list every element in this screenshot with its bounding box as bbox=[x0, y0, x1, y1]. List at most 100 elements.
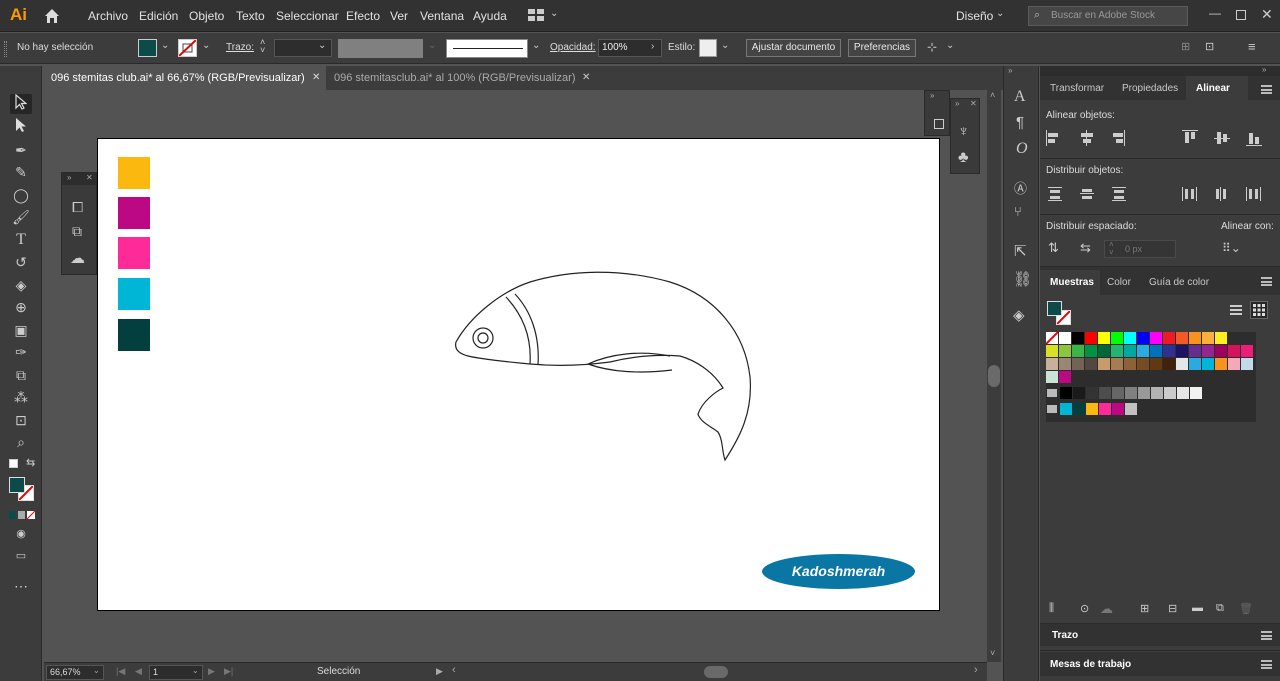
new-color-group-icon[interactable]: ⊟ bbox=[1168, 602, 1177, 615]
chevron-down-icon[interactable]: ⌄ bbox=[721, 40, 729, 51]
cc-cloud-icon[interactable]: ☁ bbox=[1100, 601, 1113, 617]
color-swatch[interactable] bbox=[1073, 387, 1085, 399]
color-swatch[interactable] bbox=[1098, 332, 1110, 344]
fill-color-swatch[interactable] bbox=[138, 39, 157, 57]
color-swatch[interactable] bbox=[1150, 332, 1162, 344]
scroll-thumb[interactable] bbox=[988, 365, 1000, 387]
scroll-left-icon[interactable]: ‹ bbox=[452, 664, 456, 676]
selection-tool-icon[interactable] bbox=[10, 93, 32, 114]
artboards-icon[interactable]: ⧉ bbox=[72, 223, 82, 240]
color-swatch[interactable] bbox=[1111, 358, 1123, 370]
distribute-horizontal-spacing-icon[interactable]: ⇆ bbox=[1080, 240, 1091, 256]
prev-artboard-icon[interactable]: ◀ bbox=[135, 666, 142, 677]
color-swatch[interactable] bbox=[1099, 387, 1111, 399]
close-icon[interactable]: ✕ bbox=[312, 66, 320, 90]
distribute-vertical-spacing-icon[interactable]: ⇅ bbox=[1048, 240, 1059, 256]
align-to-selection-icon[interactable]: ⠿⌄ bbox=[1222, 241, 1241, 255]
color-swatch[interactable] bbox=[1124, 358, 1136, 370]
fill-swatch[interactable] bbox=[9, 477, 25, 493]
zoom-field[interactable]: 66,67% ⌄ bbox=[46, 665, 104, 680]
color-swatch[interactable] bbox=[1150, 358, 1162, 370]
first-artboard-icon[interactable]: |◀ bbox=[116, 666, 125, 677]
screen-mode-icon[interactable]: ▭ bbox=[10, 546, 32, 566]
folder-icon[interactable]: ▬ bbox=[1192, 602, 1203, 614]
transform-icon[interactable]: ⊡ bbox=[1205, 40, 1214, 53]
color-swatch[interactable] bbox=[1112, 387, 1124, 399]
color-swatch[interactable] bbox=[1098, 358, 1110, 370]
color-swatch[interactable] bbox=[1046, 358, 1058, 370]
panel-menu-icon[interactable] bbox=[1261, 277, 1272, 286]
preferences-button[interactable]: Preferencias bbox=[848, 39, 916, 57]
swatches-fill-preview[interactable] bbox=[1047, 301, 1062, 316]
layers-icon[interactable]: ◈ bbox=[1013, 306, 1025, 324]
color-swatch[interactable] bbox=[1177, 387, 1189, 399]
artboards-panel-header[interactable]: Mesas de trabajo bbox=[1040, 652, 1280, 676]
color-swatch[interactable] bbox=[1098, 345, 1110, 357]
scroll-right-icon[interactable]: › bbox=[974, 664, 978, 676]
close-icon[interactable]: ✕ bbox=[970, 99, 977, 108]
chevron-down-icon[interactable]: ⌄ bbox=[93, 666, 100, 675]
transform-panel-icon[interactable] bbox=[934, 119, 944, 129]
color-mode-icons[interactable] bbox=[9, 510, 36, 520]
tab-propiedades[interactable]: Propiedades bbox=[1122, 83, 1178, 94]
paragraph-styles-icon[interactable]: ⑂ bbox=[1014, 204, 1022, 219]
collapse-arrows-icon[interactable]: » bbox=[1262, 65, 1266, 74]
color-swatch[interactable] bbox=[1060, 387, 1072, 399]
menu-seleccionar[interactable]: Seleccionar bbox=[276, 9, 339, 23]
color-swatch[interactable] bbox=[1215, 332, 1227, 344]
new-swatch-icon[interactable]: ⧉ bbox=[1216, 602, 1224, 615]
artboard-swatch-yellow[interactable] bbox=[118, 157, 150, 189]
color-swatch[interactable] bbox=[1163, 332, 1175, 344]
artboard-swatch-cyan[interactable] bbox=[118, 278, 150, 310]
artboard-number-field[interactable]: 1 ⌄ bbox=[149, 665, 203, 680]
collapse-arrows-icon[interactable]: » bbox=[1008, 66, 1012, 75]
color-swatch[interactable] bbox=[1189, 345, 1201, 357]
panel-menu-icon[interactable] bbox=[1261, 660, 1272, 669]
color-swatch[interactable] bbox=[1228, 345, 1240, 357]
color-swatch[interactable] bbox=[1046, 345, 1058, 357]
menu-archivo[interactable]: Archivo bbox=[88, 9, 128, 23]
color-swatch[interactable] bbox=[1137, 332, 1149, 344]
chevron-down-icon[interactable]: ⌄ bbox=[202, 40, 210, 51]
color-swatch[interactable] bbox=[1111, 345, 1123, 357]
color-swatch[interactable] bbox=[1086, 387, 1098, 399]
gradient-tool-icon[interactable]: ▣ bbox=[10, 320, 32, 340]
home-icon[interactable] bbox=[43, 7, 61, 25]
collapse-arrows-icon[interactable]: » bbox=[930, 91, 934, 100]
color-swatch[interactable] bbox=[1111, 332, 1123, 344]
list-view-icon[interactable] bbox=[1230, 304, 1242, 316]
more-tools-icon[interactable]: ⋯ bbox=[10, 576, 32, 596]
horizontal-scroll-thumb[interactable] bbox=[704, 666, 728, 678]
tab-muestras[interactable]: Muestras bbox=[1040, 270, 1100, 295]
trash-icon[interactable]: 🗑 bbox=[1239, 602, 1253, 615]
tab-guia-de-color[interactable]: Guía de color bbox=[1149, 277, 1209, 288]
stroke-panel-header[interactable]: Trazo bbox=[1040, 624, 1280, 646]
color-swatch[interactable] bbox=[1124, 332, 1136, 344]
pen-tool-icon[interactable]: ✒ bbox=[10, 140, 32, 160]
color-group-folder-icon[interactable] bbox=[1047, 405, 1057, 413]
artboard-swatch-magenta[interactable] bbox=[118, 197, 150, 229]
color-swatch[interactable] bbox=[1151, 387, 1163, 399]
color-swatch[interactable] bbox=[1059, 345, 1071, 357]
collapse-arrows-icon[interactable]: » bbox=[955, 99, 959, 108]
color-swatch[interactable] bbox=[1086, 403, 1098, 415]
export-icon[interactable]: ⇱ bbox=[1014, 242, 1027, 260]
color-group-folder-icon[interactable] bbox=[1047, 389, 1057, 397]
color-swatch[interactable] bbox=[1189, 332, 1201, 344]
brushes-icon[interactable]: ♆ bbox=[958, 123, 969, 140]
eyedropper-tool-icon[interactable]: ✑ bbox=[10, 342, 32, 362]
swatch-libraries-icon[interactable]: ⫼ bbox=[1049, 602, 1054, 615]
type-tool-icon[interactable]: T bbox=[10, 230, 32, 250]
color-swatch[interactable] bbox=[1163, 358, 1175, 370]
color-swatch[interactable] bbox=[1138, 387, 1150, 399]
document-setup-button[interactable]: Ajustar documento bbox=[746, 39, 841, 57]
cc-libraries-icon[interactable]: ☁ bbox=[70, 249, 85, 267]
color-swatch[interactable] bbox=[1125, 403, 1137, 415]
curvature-tool-icon[interactable]: ✎ bbox=[10, 162, 32, 182]
character-styles-icon[interactable]: Ⓐ bbox=[1014, 178, 1027, 197]
panel-menu-icon[interactable] bbox=[1261, 631, 1272, 640]
fish-artwork[interactable] bbox=[440, 262, 770, 472]
color-swatch[interactable] bbox=[1150, 345, 1162, 357]
arrange-icon[interactable]: ⊹ bbox=[927, 40, 937, 54]
chevron-down-icon[interactable]: ⌄ bbox=[946, 40, 954, 51]
